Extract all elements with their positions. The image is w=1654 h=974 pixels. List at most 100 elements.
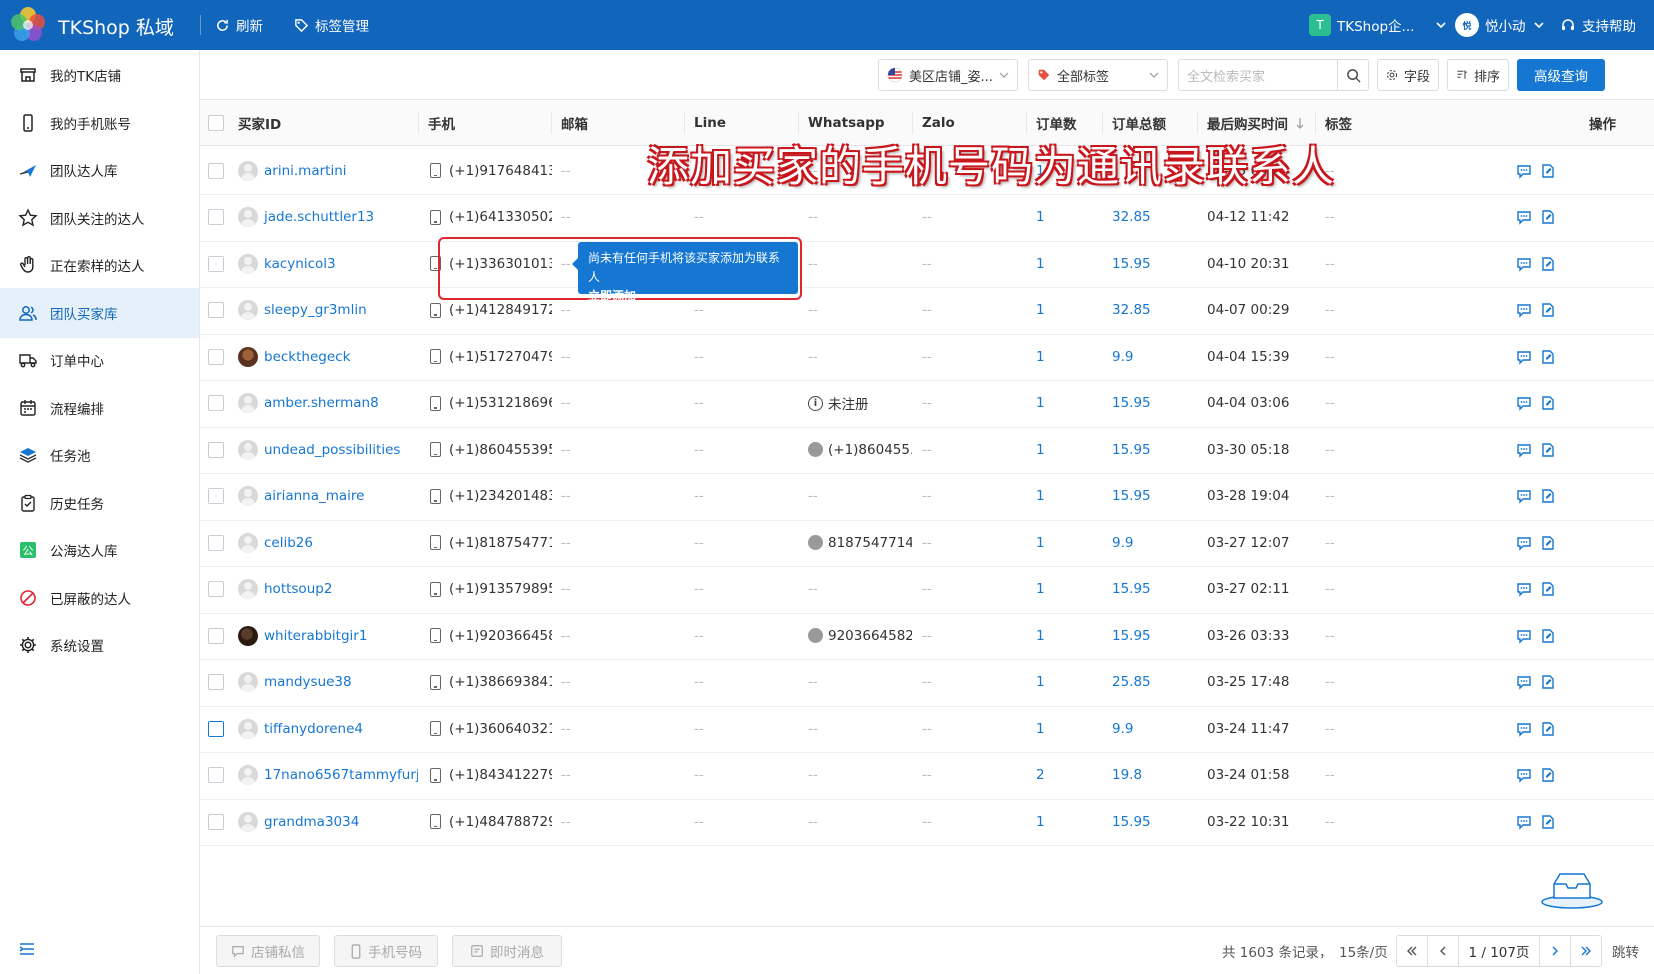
order-count[interactable]: 1 bbox=[1036, 425, 1045, 474]
phone-number-button[interactable]: 手机号码 bbox=[334, 935, 438, 967]
jump-button[interactable]: 跳转 bbox=[1612, 935, 1639, 967]
user-menu[interactable]: 悦 悦小动 bbox=[1455, 11, 1546, 39]
help-button[interactable]: 支持帮助 bbox=[1560, 11, 1636, 39]
row-checkbox[interactable] bbox=[208, 441, 224, 458]
table-row[interactable]: mandysue38 (+1)3866938416 -- -- -- -- 1 25.85 03… bbox=[200, 658, 1654, 707]
phone-icon[interactable] bbox=[430, 535, 441, 550]
phone-icon[interactable] bbox=[430, 814, 441, 829]
sidebar-item-users[interactable]: 团队买家库 bbox=[0, 287, 199, 338]
edit-note-icon[interactable] bbox=[1540, 302, 1556, 318]
row-checkbox[interactable] bbox=[208, 162, 224, 179]
buyer-id-link[interactable]: undead_possibilities bbox=[264, 442, 400, 458]
buyer-id-link[interactable]: hottsoup2 bbox=[264, 581, 332, 597]
row-checkbox[interactable] bbox=[208, 627, 224, 644]
sidebar-item-star[interactable]: 团队关注的达人 bbox=[0, 193, 199, 243]
store-dm-button[interactable]: 店铺私信 bbox=[216, 935, 320, 967]
collapse-menu-icon[interactable] bbox=[18, 940, 36, 958]
edit-note-icon[interactable] bbox=[1540, 767, 1556, 783]
order-count[interactable]: 1 bbox=[1036, 286, 1045, 335]
chat-icon[interactable] bbox=[1516, 302, 1532, 318]
phone-icon[interactable] bbox=[430, 581, 441, 597]
phone-icon[interactable] bbox=[430, 721, 441, 736]
row-checkbox[interactable] bbox=[208, 581, 224, 597]
row-checkbox[interactable] bbox=[208, 209, 224, 225]
edit-note-icon[interactable] bbox=[1540, 814, 1556, 830]
edit-note-icon[interactable] bbox=[1540, 721, 1556, 737]
first-page-button[interactable] bbox=[1396, 935, 1428, 967]
row-checkbox[interactable] bbox=[208, 534, 224, 551]
order-count[interactable]: 2 bbox=[1036, 751, 1045, 800]
table-row[interactable]: beckthegeck (+1)5172704790 -- -- -- -- 1 9.9 04-… bbox=[200, 332, 1654, 381]
order-count[interactable]: 1 bbox=[1036, 332, 1045, 381]
order-count[interactable]: 1 bbox=[1036, 565, 1045, 614]
phone-icon[interactable] bbox=[430, 209, 441, 225]
phone-icon[interactable] bbox=[430, 767, 441, 783]
chat-icon[interactable] bbox=[1516, 721, 1532, 737]
row-checkbox[interactable] bbox=[208, 255, 224, 272]
table-row[interactable]: tiffanydorene4 (+1)3606403215 -- -- -- -- 1 9.9… bbox=[200, 704, 1654, 753]
order-total[interactable]: 32.85 bbox=[1112, 286, 1151, 335]
table-row[interactable]: whiterabbitgir1 (+1)9203664582 -- -- 9203664… bbox=[200, 611, 1654, 660]
phone-icon[interactable] bbox=[430, 395, 441, 411]
sidebar-item-plane[interactable]: 团队达人库 bbox=[0, 145, 199, 195]
next-page-button[interactable] bbox=[1539, 935, 1571, 967]
buyer-id-link[interactable]: beckthegeck bbox=[264, 349, 350, 365]
order-total[interactable]: 15.95 bbox=[1112, 379, 1151, 428]
buyer-id-link[interactable]: 17nano6567tammyfurjes bbox=[264, 767, 418, 783]
col-email[interactable]: 邮箱 bbox=[561, 100, 588, 146]
order-count[interactable]: 1 bbox=[1036, 193, 1045, 242]
buyer-id-link[interactable]: whiterabbitgir1 bbox=[264, 628, 367, 644]
table-row[interactable]: airianna_maire (+1)2342014835 -- -- -- -- 1 15.… bbox=[200, 472, 1654, 521]
buyer-id-link[interactable]: airianna_maire bbox=[264, 488, 364, 504]
tag-management-button[interactable]: 标签管理 bbox=[294, 15, 369, 35]
shop-switcher[interactable]: T TKShop企... bbox=[1309, 11, 1448, 39]
chat-icon[interactable] bbox=[1516, 256, 1532, 272]
order-total[interactable]: 15.95 bbox=[1112, 565, 1151, 614]
phone-icon[interactable] bbox=[430, 349, 441, 364]
sidebar-item-clipboard[interactable]: 历史任务 bbox=[0, 478, 199, 528]
order-total[interactable]: 9.9 bbox=[1112, 518, 1133, 567]
floating-inbox-icon[interactable] bbox=[1540, 866, 1604, 910]
sidebar-item-calendar[interactable]: 流程编排 bbox=[0, 383, 199, 433]
buyer-id-link[interactable]: arini.martini bbox=[264, 163, 347, 179]
sidebar-item-shop[interactable]: 我的TK店铺 bbox=[0, 50, 199, 100]
last-page-button[interactable] bbox=[1570, 935, 1602, 967]
edit-note-icon[interactable] bbox=[1540, 442, 1556, 458]
table-row[interactable]: sleepy_gr3mlin(+1)4128491720--------132.… bbox=[200, 286, 1654, 335]
page-size-select[interactable]: 15条/页 bbox=[1339, 935, 1388, 967]
sidebar-item-phone[interactable]: 我的手机账号 bbox=[0, 98, 199, 148]
buyer-id-link[interactable]: celib26 bbox=[264, 535, 313, 551]
phone-icon[interactable] bbox=[430, 628, 441, 643]
row-checkbox[interactable] bbox=[208, 302, 224, 318]
select-all-checkbox[interactable] bbox=[208, 115, 224, 131]
sidebar-item-truck[interactable]: 订单中心 bbox=[0, 335, 199, 385]
advanced-query-button[interactable]: 高级查询 bbox=[1517, 59, 1605, 91]
row-checkbox[interactable] bbox=[208, 720, 224, 737]
tag-select[interactable]: 全部标签 bbox=[1028, 59, 1168, 91]
row-checkbox[interactable] bbox=[208, 348, 224, 365]
table-row[interactable]: jade.schuttler13 (+1)6413305024 -- -- -- -- 1 3… bbox=[200, 193, 1654, 242]
table-row[interactable]: undead_possibilities (+1)8604553954 -- -- (+… bbox=[200, 425, 1654, 474]
order-total[interactable]: 15.95 bbox=[1112, 611, 1151, 660]
chat-icon[interactable] bbox=[1516, 349, 1532, 365]
order-count[interactable]: 1 bbox=[1036, 518, 1045, 567]
row-checkbox[interactable] bbox=[208, 767, 224, 783]
chat-icon[interactable] bbox=[1516, 767, 1532, 783]
edit-note-icon[interactable] bbox=[1540, 395, 1556, 411]
sidebar-item-block[interactable]: 已屏蔽的达人 bbox=[0, 573, 199, 623]
sidebar-item-layers[interactable]: 任务池 bbox=[0, 430, 199, 480]
sort-button[interactable]: 排序 bbox=[1447, 59, 1509, 91]
edit-note-icon[interactable] bbox=[1540, 488, 1556, 504]
chat-icon[interactable] bbox=[1516, 535, 1532, 551]
order-count[interactable]: 1 bbox=[1036, 704, 1045, 753]
row-checkbox[interactable] bbox=[208, 395, 224, 411]
fields-button[interactable]: 字段 bbox=[1377, 59, 1439, 91]
order-count[interactable]: 1 bbox=[1036, 658, 1045, 707]
order-total[interactable]: 9.9 bbox=[1112, 332, 1133, 381]
phone-icon[interactable] bbox=[430, 442, 441, 457]
col-buyer-id[interactable]: 买家ID bbox=[238, 100, 281, 146]
sidebar-item-hand[interactable]: 正在索样的达人 bbox=[0, 240, 199, 290]
col-phone[interactable]: 手机 bbox=[428, 100, 455, 146]
chat-icon[interactable] bbox=[1516, 395, 1532, 411]
chat-icon[interactable] bbox=[1516, 581, 1532, 597]
